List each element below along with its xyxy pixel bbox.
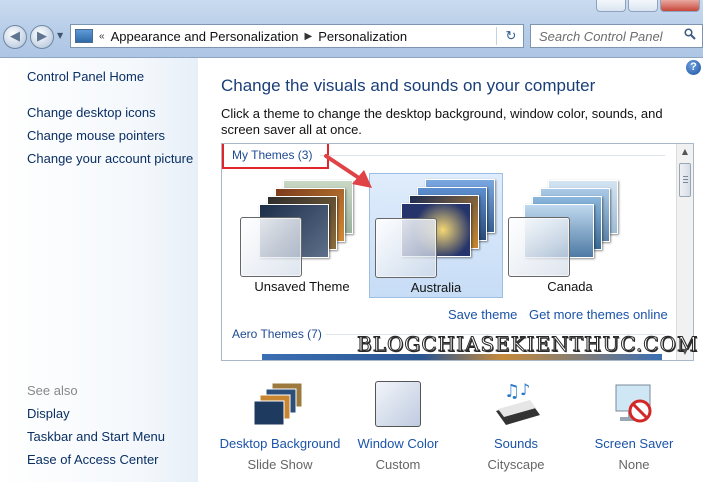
navigation-bar: ◀ ▶ ▼ « Appearance and Personalization ▶… — [0, 0, 703, 58]
change-mouse-pointers-link[interactable]: Change mouse pointers — [27, 128, 165, 143]
theme-australia[interactable]: Australia — [369, 173, 503, 298]
breadcrumb-arrow-icon[interactable]: ▶ — [304, 31, 312, 42]
vertical-scrollbar[interactable]: ▲ ▼ — [676, 144, 693, 360]
control-panel-home-link[interactable]: Control Panel Home — [27, 69, 144, 84]
scroll-up-arrow-icon[interactable]: ▲ — [677, 144, 693, 160]
back-button[interactable]: ◀ — [3, 25, 27, 49]
change-account-picture-link[interactable]: Change your account picture — [27, 151, 193, 166]
search-input[interactable] — [539, 25, 679, 47]
screen-saver-item[interactable]: Screen Saver None — [559, 381, 703, 481]
window-color-preview — [508, 217, 570, 277]
screen-saver-link[interactable]: Screen Saver — [559, 436, 703, 451]
screen-saver-icon — [615, 384, 652, 423]
svg-text:♪: ♪ — [520, 381, 530, 399]
red-arrow-icon — [324, 154, 372, 188]
page-title: Change the visuals and sounds on your co… — [221, 76, 596, 95]
change-desktop-icons-link[interactable]: Change desktop icons — [27, 105, 156, 120]
scroll-thumb[interactable] — [679, 163, 691, 197]
ease-of-access-link[interactable]: Ease of Access Center — [27, 452, 159, 467]
close-button[interactable] — [660, 0, 700, 12]
svg-text:♫: ♫ — [504, 381, 520, 402]
recent-pages-dropdown[interactable]: ▼ — [57, 31, 63, 40]
search-box[interactable] — [530, 24, 703, 48]
watermark-text: BLOGCHIASEKIENTHUC.COM — [356, 332, 699, 357]
screen-saver-value: None — [618, 457, 650, 472]
window-color-icon — [375, 381, 421, 427]
taskbar-start-menu-link[interactable]: Taskbar and Start Menu — [27, 429, 165, 444]
get-more-themes-link[interactable]: Get more themes online — [529, 307, 668, 322]
theme-canada[interactable]: Canada — [503, 173, 637, 298]
minimize-button[interactable] — [596, 0, 626, 12]
overflow-chevron-icon[interactable]: « — [99, 31, 105, 42]
page-description: Click a theme to change the desktop back… — [221, 106, 663, 137]
thumb-grip — [683, 182, 688, 183]
theme-list[interactable]: My Themes (3) Unsaved Theme Australia Ca… — [221, 143, 694, 361]
address-divider — [496, 27, 497, 45]
search-icon[interactable] — [684, 28, 696, 40]
maximize-button[interactable] — [628, 0, 658, 12]
save-theme-link[interactable]: Save theme — [448, 307, 517, 322]
thumb-grip — [683, 179, 688, 180]
see-also-label: See also — [27, 383, 78, 398]
theme-name: Canada — [547, 279, 593, 294]
window-color-preview — [240, 217, 302, 277]
breadcrumb-appearance[interactable]: Appearance and Personalization — [111, 29, 299, 44]
breadcrumb-personalization[interactable]: Personalization — [318, 29, 407, 44]
refresh-icon[interactable]: ↻ — [503, 28, 519, 44]
tasks-pane: Control Panel Home Change desktop icons … — [0, 58, 198, 482]
forward-button[interactable]: ▶ — [30, 25, 54, 49]
control-panel-icon — [75, 29, 93, 43]
window-color-preview — [375, 218, 437, 278]
theme-name: Unsaved Theme — [254, 279, 350, 294]
my-themes-header: My Themes (3) — [232, 148, 313, 162]
desktop-background-icon — [254, 382, 303, 426]
display-link[interactable]: Display — [27, 406, 70, 421]
aero-themes-header: Aero Themes (7) — [232, 327, 322, 341]
help-icon[interactable]: ? — [686, 60, 701, 75]
theme-name: Australia — [410, 280, 462, 295]
sounds-icon: ♫ ♪ — [496, 381, 540, 425]
address-bar[interactable]: « Appearance and Personalization ▶ Perso… — [70, 24, 524, 48]
thumb-grip — [683, 176, 688, 177]
